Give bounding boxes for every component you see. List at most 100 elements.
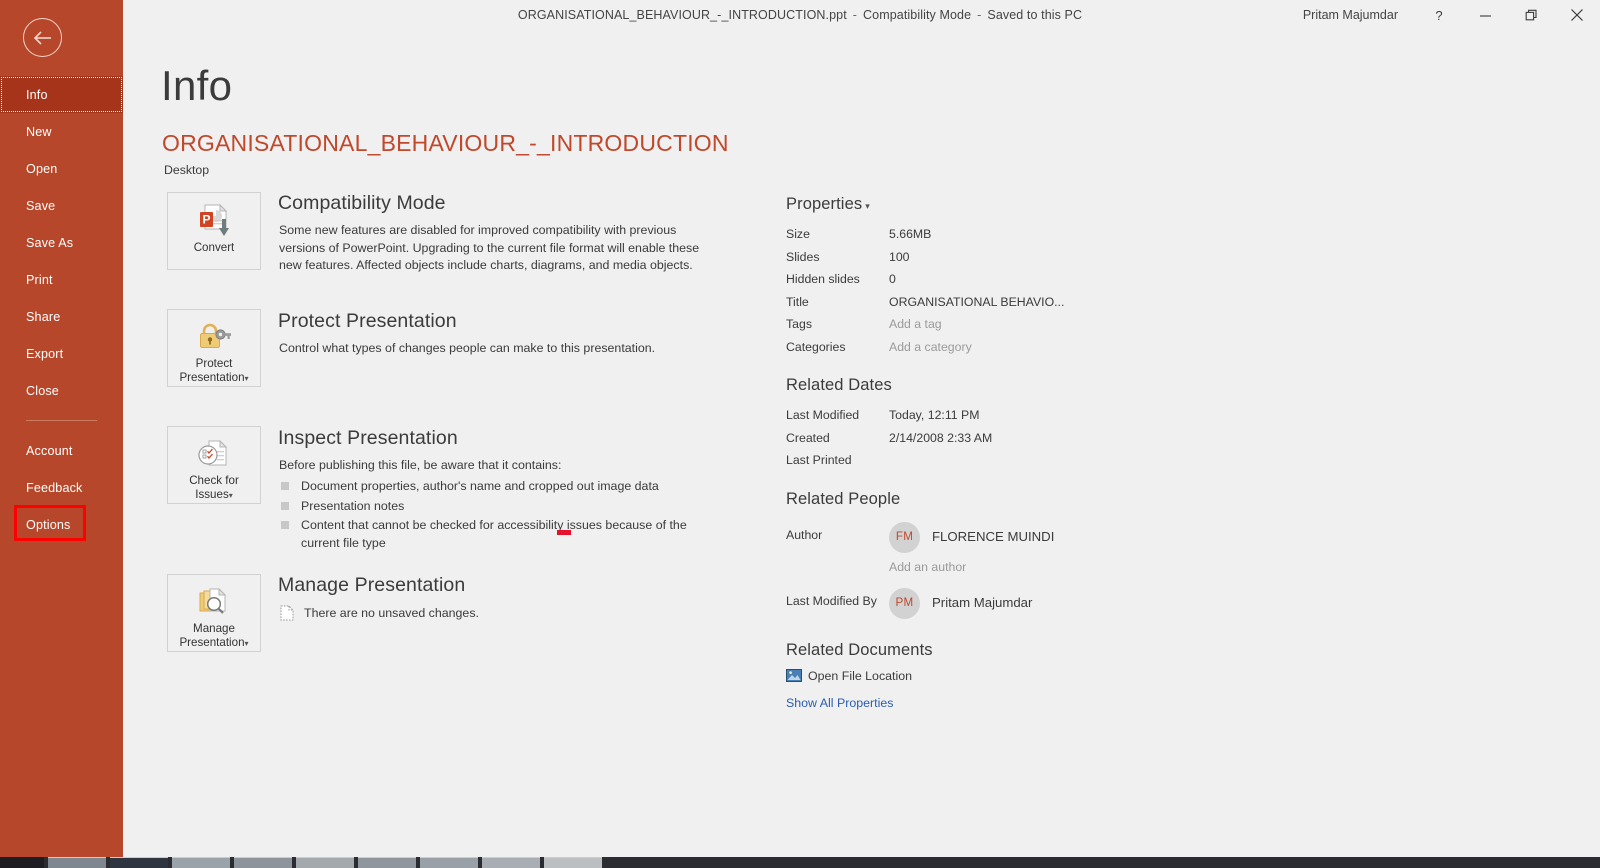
window-title-save-state: Saved to this PC [987, 8, 1083, 22]
taskbar-item[interactable] [296, 857, 354, 868]
categories-input[interactable]: Add a category [889, 336, 972, 359]
property-key: Tags [786, 317, 812, 331]
document-stack-magnifier-icon [197, 582, 231, 621]
chevron-down-icon: ▾ [865, 201, 870, 211]
restore-button[interactable] [1508, 0, 1554, 30]
property-value: 0 [889, 272, 896, 286]
title-bar: ORGANISATIONAL_BEHAVIOUR_-_INTRODUCTION.… [0, 0, 1600, 30]
taskbar-item[interactable] [48, 857, 106, 868]
related-dates-heading: Related Dates [786, 376, 892, 394]
bullet-square-icon [281, 501, 289, 510]
related-dates-section: Related Dates Last Modified Today, 12:11… [786, 376, 1206, 472]
inspect-presentation-body: Before publishing this file, be aware th… [279, 458, 562, 472]
date-key: Created [786, 430, 830, 445]
svg-text:P: P [202, 213, 210, 227]
sidebar-nav: Info New Open Save Save As Print Share E… [0, 76, 123, 543]
check-for-issues-button-label: Check for Issues▾ [189, 474, 239, 503]
restore-icon [1525, 9, 1538, 22]
date-value: 2/14/2008 2:33 AM [889, 430, 993, 445]
inspect-bullet-text: Document properties, author's name and c… [301, 479, 659, 493]
sidebar-item-save-as[interactable]: Save As [0, 224, 123, 261]
help-button[interactable]: ? [1416, 0, 1462, 30]
back-button[interactable] [23, 18, 62, 57]
protect-label-line2: Presentation [179, 371, 245, 384]
compatibility-mode-heading: Compatibility Mode [278, 192, 446, 214]
date-row-last-modified: Last Modified Today, 12:11 PM [786, 404, 1206, 427]
lock-key-icon [196, 317, 232, 356]
taskbar-item[interactable] [544, 857, 602, 868]
property-row-slides: Slides 100 [786, 246, 1206, 269]
backstage-main-panel: Info ORGANISATIONAL_BEHAVIOUR_-_INTRODUC… [123, 30, 1600, 857]
sidebar-item-info[interactable]: Info [0, 76, 123, 113]
sidebar-item-label: New [26, 124, 52, 139]
avatar: PM [889, 587, 920, 619]
properties-panel: Properties ▾ Size 5.66MB Slides 100 Hidde… [786, 195, 1206, 710]
manage-presentation-button-label: Manage Presentation▾ [179, 622, 248, 651]
sidebar-item-label: Print [26, 272, 53, 287]
taskbar-item[interactable] [110, 857, 168, 868]
property-value: 100 [889, 249, 910, 264]
sidebar-item-label: Save As [26, 235, 74, 250]
check-label-line2: Issues [195, 488, 229, 501]
taskbar-item[interactable] [482, 857, 540, 868]
minimize-button[interactable] [1462, 0, 1508, 30]
sidebar-item-export[interactable]: Export [0, 335, 123, 372]
unsaved-changes-status: There are no unsaved changes. [280, 605, 479, 621]
taskbar-item[interactable] [234, 857, 292, 868]
protect-presentation-button-label: Protect Presentation▾ [179, 357, 248, 386]
protect-label-line1: Protect [195, 357, 233, 370]
sidebar-item-account[interactable]: Account [0, 432, 123, 469]
file-title: ORGANISATIONAL_BEHAVIOUR_-_INTRODUCTION [162, 130, 729, 156]
property-value[interactable]: ORGANISATIONAL BEHAVIO... [889, 291, 1064, 314]
taskbar-item[interactable] [358, 857, 416, 868]
person-row-author: Author FM FLORENCE MUINDI [786, 518, 1206, 553]
protect-presentation-button[interactable]: Protect Presentation▾ [167, 309, 261, 387]
sidebar-item-share[interactable]: Share [0, 298, 123, 335]
taskbar-item[interactable] [172, 857, 230, 868]
last-modified-by-name: Pritam Majumdar [932, 595, 1033, 610]
inspect-bullet-text: Content that cannot be checked for acces… [301, 518, 687, 550]
last-modified-by-person[interactable]: PM Pritam Majumdar [889, 587, 1033, 619]
convert-powerpoint-icon: P [196, 200, 232, 240]
show-all-properties-link[interactable]: Show All Properties [786, 696, 1206, 710]
related-documents-section: Related Documents Open File Location Sho… [786, 641, 1206, 710]
check-label-line1: Check for [189, 474, 239, 487]
manage-presentation-button[interactable]: Manage Presentation▾ [167, 574, 261, 652]
check-for-issues-button[interactable]: Check for Issues▾ [167, 426, 261, 504]
tags-input[interactable]: Add a tag [889, 313, 942, 336]
sidebar-item-new[interactable]: New [0, 113, 123, 150]
property-row-title: Title ORGANISATIONAL BEHAVIO... [786, 291, 1206, 314]
sidebar-item-print[interactable]: Print [0, 261, 123, 298]
property-row-size: Size 5.66MB [786, 223, 1206, 246]
inspect-bullet-text: Presentation notes [301, 498, 405, 513]
sidebar-item-label: Info [26, 87, 48, 102]
convert-button[interactable]: P Convert [167, 192, 261, 270]
properties-rows: Size 5.66MB Slides 100 Hidden slides 0 T… [786, 223, 1206, 358]
start-button[interactable] [0, 857, 44, 868]
sidebar-item-feedback[interactable]: Feedback [0, 469, 123, 506]
unsaved-document-icon [280, 605, 294, 621]
related-documents-heading: Related Documents [786, 640, 933, 659]
sidebar-item-save[interactable]: Save [0, 187, 123, 224]
author-person[interactable]: FM FLORENCE MUINDI [889, 521, 1054, 553]
date-row-created: Created 2/14/2008 2:33 AM [786, 427, 1206, 450]
taskbar-item[interactable] [420, 857, 478, 868]
properties-heading[interactable]: Properties ▾ [786, 195, 1206, 214]
related-people-heading: Related People [786, 489, 901, 508]
bullet-square-icon [281, 482, 289, 490]
sidebar-item-open[interactable]: Open [0, 150, 123, 187]
property-key: Hidden slides [786, 272, 860, 286]
title-separator-1: - [852, 8, 858, 22]
account-user-name[interactable]: Pritam Majumdar [1303, 8, 1416, 22]
close-button[interactable] [1554, 0, 1600, 30]
compatibility-mode-body: Some new features are disabled for impro… [279, 223, 700, 272]
property-key: Categories [786, 339, 846, 354]
open-file-location-button[interactable]: Open File Location [786, 669, 1206, 683]
add-author-input[interactable]: Add an author [889, 560, 1206, 574]
minimize-icon [1479, 9, 1492, 22]
list-item: Presentation notes [281, 498, 741, 516]
sidebar-item-label: Account [26, 443, 73, 458]
title-separator-2: - [977, 8, 982, 22]
property-key: Size [786, 227, 810, 241]
sidebar-item-close[interactable]: Close [0, 372, 123, 409]
